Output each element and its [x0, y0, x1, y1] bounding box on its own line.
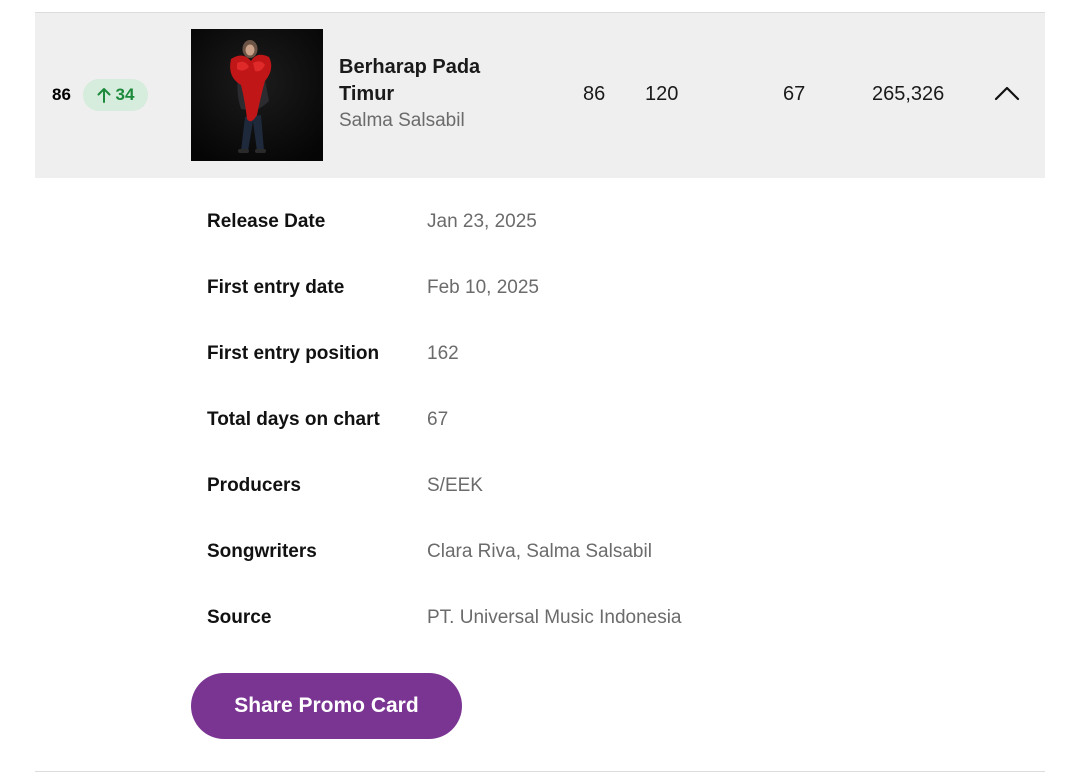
detail-row-producers: Producers S/EEK	[207, 454, 907, 520]
track-artist[interactable]: Salma Salsabil	[339, 110, 465, 132]
detail-value: 67	[427, 409, 449, 430]
chevron-up-icon[interactable]	[993, 82, 1021, 104]
previous-rank: 86	[583, 83, 606, 105]
detail-label: Source	[207, 607, 272, 628]
detail-label: Producers	[207, 475, 301, 496]
detail-label: Songwriters	[207, 541, 317, 562]
detail-label: First entry date	[207, 277, 345, 298]
detail-row-source: Source PT. Universal Music Indonesia	[207, 586, 907, 652]
detail-value: PT. Universal Music Indonesia	[427, 607, 682, 628]
peak-position: 120	[645, 83, 679, 105]
movement-badge: 34	[83, 79, 148, 111]
days-on-chart: 67	[783, 83, 806, 105]
detail-row-total-days: Total days on chart 67	[207, 388, 907, 454]
detail-row-release-date: Release Date Jan 23, 2025	[207, 190, 907, 256]
arrow-up-icon	[97, 87, 111, 103]
chart-row[interactable]: 86 34 Berharap Pada Timur Salma Salsabil…	[35, 13, 1045, 178]
track-title[interactable]: Berharap Pada Timur	[339, 54, 509, 108]
detail-row-songwriters: Songwriters Clara Riva, Salma Salsabil	[207, 520, 907, 586]
album-cover-image[interactable]	[191, 29, 323, 161]
bottom-divider	[35, 771, 1045, 772]
detail-value: S/EEK	[427, 475, 483, 496]
stream-count: 265,326	[872, 83, 945, 105]
detail-value: Jan 23, 2025	[427, 211, 537, 232]
detail-value: Feb 10, 2025	[427, 277, 539, 298]
detail-label: Release Date	[207, 211, 326, 232]
detail-value: Clara Riva, Salma Salsabil	[427, 541, 652, 562]
share-promo-card-button[interactable]: Share Promo Card	[191, 673, 462, 739]
detail-label: First entry position	[207, 343, 380, 364]
detail-label: Total days on chart	[207, 409, 380, 430]
detail-row-first-entry-date: First entry date Feb 10, 2025	[207, 256, 907, 322]
rank-number: 86	[52, 85, 71, 104]
detail-value: 162	[427, 343, 459, 364]
movement-value: 34	[115, 85, 135, 104]
detail-row-first-entry-position: First entry position 162	[207, 322, 907, 388]
